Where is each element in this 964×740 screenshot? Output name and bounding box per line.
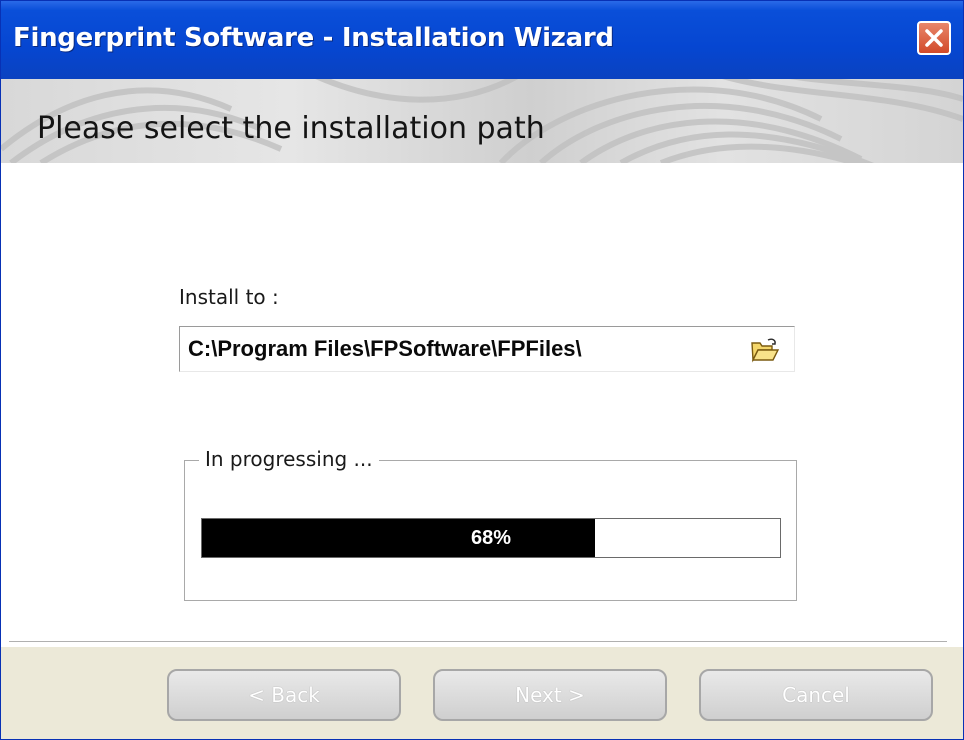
install-path-value: C:\Program Files\FPSoftware\FPFiles\ [188,336,582,361]
progress-percent: 68% [470,527,512,549]
footer-divider [9,641,947,643]
page-heading: Please select the installation path [37,111,545,146]
install-to-label: Install to : [179,285,279,309]
close-button[interactable] [917,21,951,55]
next-button[interactable]: Next > [433,669,667,721]
progress-group: In progressing ... 68% [184,447,797,601]
header-banner: Please select the installation path [1,79,963,163]
button-bar: < Back Next > Cancel [1,647,963,739]
cancel-button[interactable]: Cancel [699,669,933,721]
back-button[interactable]: < Back [167,669,401,721]
content-area: Install to : C:\Program Files\FPSoftware… [1,163,963,641]
folder-open-icon [751,338,780,363]
window-title: Fingerprint Software - Installation Wiza… [13,23,614,53]
installer-window: Fingerprint Software - Installation Wiza… [0,0,964,740]
title-bar[interactable]: Fingerprint Software - Installation Wiza… [1,1,963,79]
close-icon [925,29,943,47]
install-path-field[interactable]: C:\Program Files\FPSoftware\FPFiles\ [179,326,795,372]
progress-bar: 68% [201,518,781,558]
progress-group-label: In progressing ... [199,447,379,471]
browse-folder-button[interactable] [750,337,780,363]
